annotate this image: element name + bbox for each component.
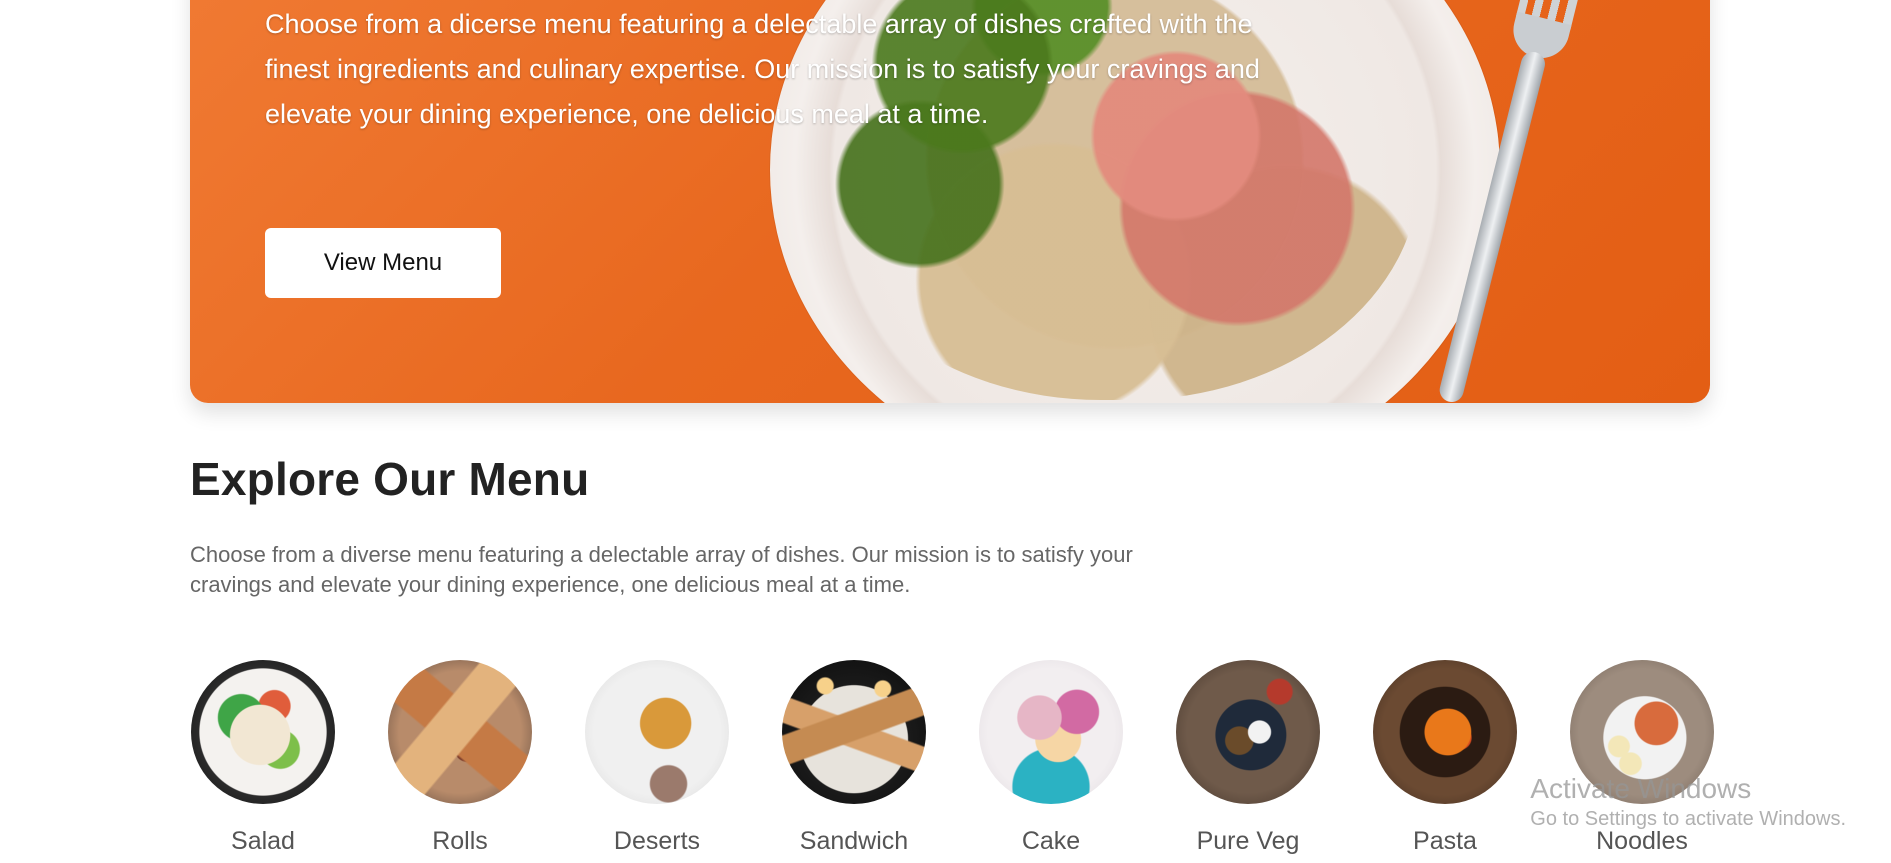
deserts-image <box>585 660 729 804</box>
menu-category-label: Salad <box>231 827 295 855</box>
menu-category-label: Pure Veg <box>1196 827 1300 855</box>
pure-veg-image <box>1176 660 1320 804</box>
menu-category-rolls[interactable]: Rolls <box>387 660 533 863</box>
salad-image <box>191 660 335 804</box>
menu-category-list: Salad Rolls Deserts Sandwich Cake Pure V… <box>190 660 1714 863</box>
menu-category-pure-veg[interactable]: Pure Veg <box>1175 660 1321 863</box>
view-menu-button[interactable]: View Menu <box>265 228 501 298</box>
hero-banner: Choose from a dicerse menu featuring a d… <box>190 0 1710 403</box>
pasta-image <box>1373 660 1517 804</box>
menu-category-noodles[interactable]: Noodles <box>1569 660 1715 863</box>
menu-category-label: Rolls <box>432 827 488 855</box>
cake-image <box>979 660 1123 804</box>
menu-category-sandwich[interactable]: Sandwich <box>781 660 927 863</box>
explore-menu-description: Choose from a diverse menu featuring a d… <box>190 542 1133 597</box>
menu-category-cake[interactable]: Cake <box>978 660 1124 863</box>
menu-category-label: Deserts <box>613 827 701 855</box>
menu-category-deserts[interactable]: Deserts <box>584 660 730 863</box>
menu-category-pasta[interactable]: Pasta <box>1372 660 1518 863</box>
menu-category-label: Sandwich <box>799 827 909 855</box>
menu-category-label: Cake <box>1021 827 1081 855</box>
menu-category-label: Noodles <box>1596 827 1688 855</box>
noodles-image <box>1570 660 1714 804</box>
rolls-image <box>388 660 532 804</box>
menu-category-label: Pasta <box>1413 827 1477 855</box>
explore-menu-title: Explore Our Menu <box>190 453 590 505</box>
menu-category-salad[interactable]: Salad <box>190 660 336 863</box>
hero-description: Choose from a dicerse menu featuring a d… <box>265 9 1260 129</box>
sandwich-image <box>782 660 926 804</box>
